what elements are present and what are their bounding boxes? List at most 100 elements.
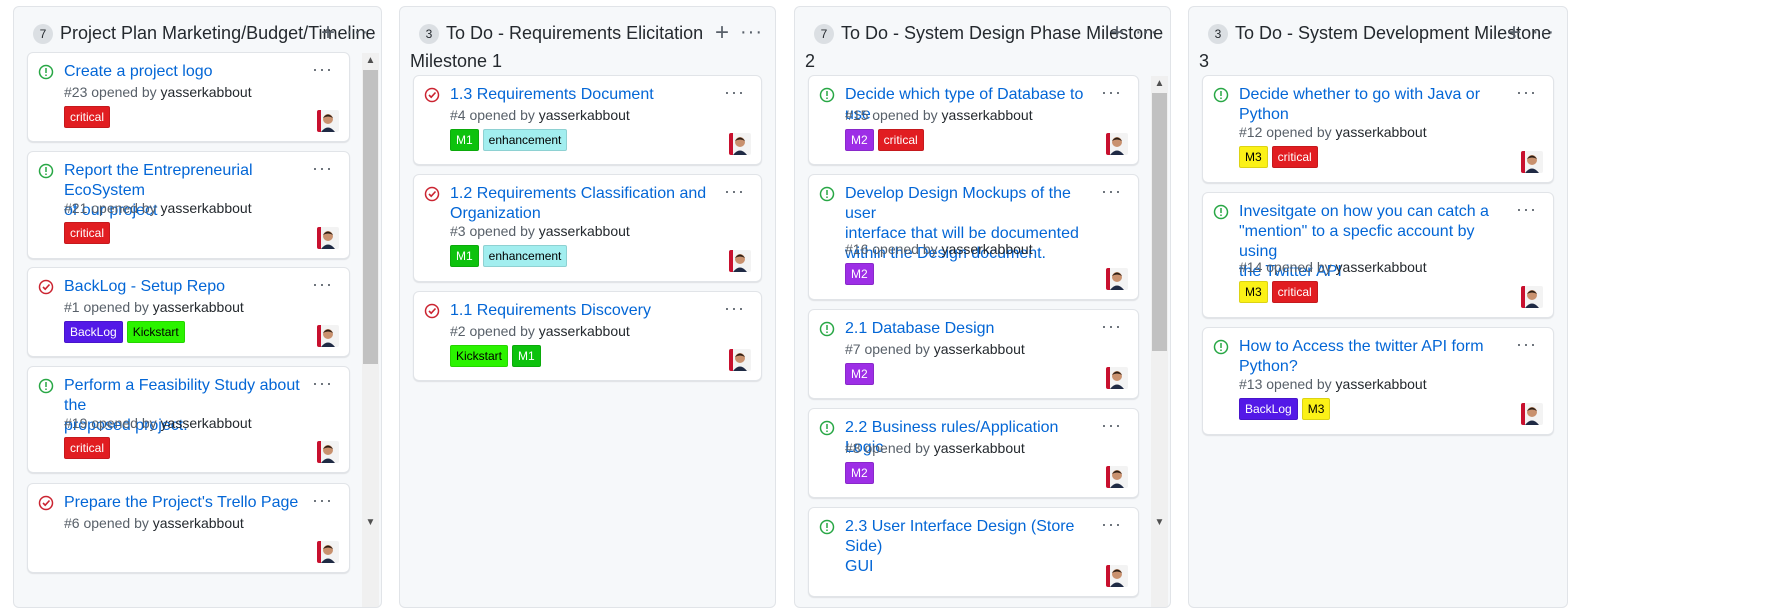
kebab-icon[interactable]: ··· <box>1101 182 1122 200</box>
issue-card[interactable]: 1.3 Requirements Document #4 opened by ya… <box>413 75 762 165</box>
scroll-up-icon[interactable]: ▲ <box>1151 76 1168 92</box>
issue-title-link[interactable]: Create a project logo <box>64 62 303 82</box>
kebab-icon[interactable]: ··· <box>312 60 333 78</box>
scrollbar-thumb[interactable] <box>363 70 378 364</box>
avatar[interactable] <box>1521 151 1543 173</box>
scrollbar-thumb[interactable] <box>1152 93 1167 351</box>
column-scrollbar[interactable]: ▲ ▼ <box>1151 76 1168 607</box>
issue-card[interactable]: 2.3 User Interface Design (Store Side) GU… <box>808 507 1139 597</box>
avatar[interactable] <box>1106 565 1128 587</box>
label-m1[interactable]: M1 <box>512 344 541 367</box>
kebab-icon[interactable]: ··· <box>312 275 333 293</box>
issue-card[interactable]: Report the Entrepreneurial EcoSystem of o… <box>27 151 350 259</box>
issue-author-link[interactable]: yasserkabbout <box>153 299 244 315</box>
issue-title-link[interactable]: BackLog - Setup Repo <box>64 277 303 297</box>
avatar[interactable] <box>729 250 751 272</box>
label-m1[interactable]: M1 <box>450 245 479 267</box>
issue-card[interactable]: Decide which type of Database to use #15 … <box>808 75 1139 165</box>
label-backlog[interactable]: BackLog <box>64 320 123 343</box>
issue-author-link[interactable]: yasserkabbout <box>539 223 630 239</box>
label-m2[interactable]: M2 <box>845 262 874 285</box>
issue-author-link[interactable]: yasserkabbout <box>161 415 252 431</box>
kebab-icon[interactable]: ··· <box>1101 317 1122 335</box>
issue-card[interactable]: How to Access the twitter API form Python… <box>1202 327 1554 435</box>
issue-title-link[interactable]: Decide whether to go with Java or Python <box>1239 85 1507 125</box>
label-backlog[interactable]: BackLog <box>1239 398 1298 420</box>
issue-title-link[interactable]: 1.3 Requirements Document <box>450 85 715 105</box>
issue-author-link[interactable]: yasserkabbout <box>1336 376 1427 392</box>
issue-title-link[interactable]: 2.3 User Interface Design (Store Side) GU… <box>845 517 1092 577</box>
kebab-icon[interactable]: ··· <box>1101 515 1122 533</box>
label-m3[interactable]: M3 <box>1301 398 1331 420</box>
issue-author-link[interactable]: yasserkabbout <box>934 440 1025 456</box>
kebab-icon[interactable]: ··· <box>1516 83 1537 101</box>
issue-card[interactable]: Create a project logo #23 opened by yasse… <box>27 52 350 142</box>
issue-card[interactable]: Develop Design Mockups of the user interf… <box>808 174 1139 300</box>
scroll-up-icon[interactable]: ▲ <box>362 53 379 69</box>
kebab-icon[interactable]: ··· <box>1101 416 1122 434</box>
avatar[interactable] <box>1106 466 1128 488</box>
label-m2[interactable]: M2 <box>845 461 874 484</box>
issue-card[interactable]: BackLog - Setup Repo #1 opened by yasserk… <box>27 267 350 357</box>
issue-card[interactable]: 1.2 Requirements Classification and Organ… <box>413 174 762 282</box>
kebab-icon[interactable]: ··· <box>1516 200 1537 218</box>
issue-card[interactable]: 2.1 Database Design #7 opened by yasserka… <box>808 309 1139 399</box>
avatar[interactable] <box>729 133 751 155</box>
label-m3[interactable]: M3 <box>1239 280 1268 303</box>
kebab-icon[interactable]: ··· <box>1516 335 1537 353</box>
label-kickstart[interactable]: Kickstart <box>450 344 509 367</box>
avatar[interactable] <box>317 541 339 563</box>
label-m2[interactable]: M2 <box>845 362 874 385</box>
label-critical[interactable]: critical <box>1271 146 1318 168</box>
issue-card[interactable]: Prepare the Project's Trello Page #6 open… <box>27 483 350 573</box>
avatar[interactable] <box>317 441 339 463</box>
avatar[interactable] <box>1521 403 1543 425</box>
issue-title-link[interactable]: 1.2 Requirements Classification and Organ… <box>450 184 715 224</box>
issue-title-link[interactable]: 2.1 Database Design <box>845 319 1092 339</box>
label-enhancement[interactable]: enhancement <box>482 128 568 151</box>
avatar[interactable] <box>729 349 751 371</box>
kebab-icon[interactable]: ··· <box>1101 83 1122 101</box>
issue-card[interactable]: Perform a Feasibility Study about the pro… <box>27 366 350 473</box>
label-kickstart[interactable]: Kickstart <box>126 320 185 343</box>
issue-card[interactable]: 2.2 Business rules/Application Logic #8 o… <box>808 408 1139 498</box>
label-critical[interactable]: critical <box>877 128 924 151</box>
issue-author-link[interactable]: yasserkabbout <box>1336 259 1427 275</box>
label-critical[interactable]: critical <box>64 222 111 244</box>
avatar[interactable] <box>317 325 339 347</box>
avatar[interactable] <box>1106 133 1128 155</box>
avatar[interactable] <box>1521 286 1543 308</box>
avatar[interactable] <box>317 227 339 249</box>
label-critical[interactable]: critical <box>64 437 111 459</box>
label-m3[interactable]: M3 <box>1239 146 1268 168</box>
issue-author-link[interactable]: yasserkabbout <box>942 107 1033 123</box>
issue-title-link[interactable]: 1.1 Requirements Discovery <box>450 301 715 321</box>
issue-card[interactable]: Invesitgate on how you can catch a "menti… <box>1202 192 1554 318</box>
scroll-down-icon[interactable]: ▼ <box>362 515 379 531</box>
kebab-icon[interactable]: ··· <box>724 182 745 200</box>
kebab-icon[interactable]: ··· <box>724 299 745 317</box>
kebab-icon[interactable]: ··· <box>312 491 333 509</box>
issue-author-link[interactable]: yasserkabbout <box>539 107 630 123</box>
issue-author-link[interactable]: yasserkabbout <box>1336 124 1427 140</box>
issue-author-link[interactable]: yasserkabbout <box>942 241 1033 257</box>
scroll-down-icon[interactable]: ▼ <box>1151 515 1168 531</box>
label-m2[interactable]: M2 <box>845 128 874 151</box>
label-m1[interactable]: M1 <box>450 128 479 151</box>
issue-author-link[interactable]: yasserkabbout <box>161 84 252 100</box>
issue-card[interactable]: 1.1 Requirements Discovery #2 opened by y… <box>413 291 762 381</box>
kebab-icon[interactable]: ··· <box>312 374 333 392</box>
issue-author-link[interactable]: yasserkabbout <box>153 515 244 531</box>
issue-title-link[interactable]: Prepare the Project's Trello Page <box>64 493 303 513</box>
avatar[interactable] <box>317 110 339 132</box>
issue-card[interactable]: Decide whether to go with Java or Python #… <box>1202 75 1554 183</box>
issue-title-link[interactable]: How to Access the twitter API form Python… <box>1239 337 1507 377</box>
column-scrollbar[interactable]: ▲ ▼ <box>362 53 379 607</box>
kebab-icon[interactable]: ··· <box>724 83 745 101</box>
avatar[interactable] <box>1106 268 1128 290</box>
label-critical[interactable]: critical <box>64 105 111 128</box>
issue-author-link[interactable]: yasserkabbout <box>934 341 1025 357</box>
issue-author-link[interactable]: yasserkabbout <box>539 323 630 339</box>
issue-author-link[interactable]: yasserkabbout <box>161 200 252 216</box>
label-critical[interactable]: critical <box>1271 280 1318 303</box>
